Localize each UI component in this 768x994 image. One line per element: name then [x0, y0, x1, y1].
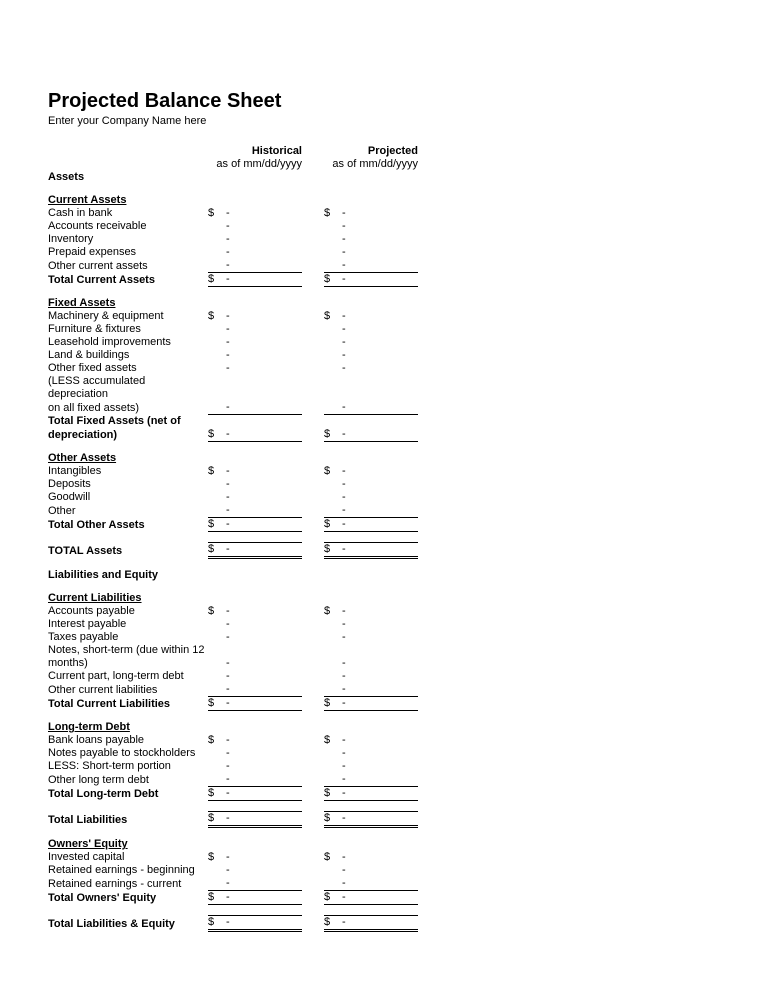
current-liabilities-heading: Current Liabilities: [48, 592, 208, 605]
row-prepaid: Prepaid expenses--: [48, 246, 418, 259]
row-total-liabilities: Total Liabilities$-$-: [48, 812, 418, 827]
fixed-assets-heading: Fixed Assets: [48, 297, 208, 310]
balance-sheet-table: Historical Projected as of mm/dd/yyyy as…: [48, 145, 418, 932]
row-intangibles: Intangibles$-$-: [48, 465, 418, 478]
owners-equity-heading: Owners' Equity: [48, 838, 208, 851]
row-total-liab-equity: Total Liabilities & Equity$-$-: [48, 916, 418, 931]
row-ocl: Other current liabilities--: [48, 683, 418, 697]
row-ar: Accounts receivable--: [48, 220, 418, 233]
row-goodwill: Goodwill--: [48, 491, 418, 504]
historical-date: as of mm/dd/yyyy: [208, 158, 302, 171]
row-cash: Cash in bank$-$-: [48, 207, 418, 220]
row-other-current: Other current assets--: [48, 259, 418, 273]
row-tcl: Total Current Liabilities$-$-: [48, 697, 418, 711]
historical-header: Historical: [208, 145, 302, 158]
row-land: Land & buildings--: [48, 349, 418, 362]
row-cpltd: Current part, long-term debt--: [48, 670, 418, 683]
row-rec: Retained earnings - current--: [48, 877, 418, 891]
row-invested-capital: Invested capital$-$-: [48, 851, 418, 864]
column-header-row: Historical Projected: [48, 145, 418, 158]
column-subheader-row: as of mm/dd/yyyy as of mm/dd/yyyy: [48, 158, 418, 171]
projected-date: as of mm/dd/yyyy: [324, 158, 418, 171]
row-toe: Total Owners' Equity$-$-: [48, 891, 418, 905]
row-leasehold: Leasehold improvements--: [48, 336, 418, 349]
row-tfa-line1: Total Fixed Assets (net of: [48, 415, 418, 429]
other-assets-heading: Other Assets: [48, 452, 208, 465]
row-ap: Accounts payable$-$-: [48, 605, 418, 618]
row-npst: Notes payable to stockholders--: [48, 747, 418, 760]
row-tp: Taxes payable--: [48, 631, 418, 644]
row-tfa-line2: depreciation)$-$-: [48, 428, 418, 442]
liabilities-equity-heading: Liabilities and Equity: [48, 569, 208, 582]
row-tltd: Total Long-term Debt$-$-: [48, 787, 418, 801]
page-title: Projected Balance Sheet: [48, 90, 720, 113]
row-ip: Interest payable--: [48, 618, 418, 631]
row-other: Other--: [48, 504, 418, 518]
row-total-current-assets: Total Current Assets$-$-: [48, 273, 418, 287]
long-term-debt-heading: Long-term Debt: [48, 721, 208, 734]
page: Projected Balance Sheet Enter your Compa…: [0, 0, 768, 972]
row-notes2: months)--: [48, 657, 418, 670]
row-notes1: Notes, short-term (due within 12: [48, 644, 418, 657]
row-depr-line2: on all fixed assets)--: [48, 401, 418, 415]
row-other-fixed: Other fixed assets--: [48, 362, 418, 375]
row-bank: Bank loans payable$-$-: [48, 734, 418, 747]
row-total-other-assets: Total Other Assets$-$-: [48, 518, 418, 532]
row-stp: LESS: Short-term portion--: [48, 760, 418, 773]
row-oltd: Other long term debt--: [48, 773, 418, 787]
row-reb: Retained earnings - beginning--: [48, 864, 418, 877]
row-inventory: Inventory--: [48, 233, 418, 246]
row-furniture: Furniture & fixtures--: [48, 323, 418, 336]
row-total-assets: TOTAL Assets$-$-: [48, 543, 418, 558]
assets-heading: Assets: [48, 171, 208, 184]
current-assets-heading: Current Assets: [48, 194, 208, 207]
row-deposits: Deposits--: [48, 478, 418, 491]
company-name-placeholder: Enter your Company Name here: [48, 115, 720, 127]
row-depr-line1: (LESS accumulated depreciation: [48, 375, 418, 401]
row-machinery: Machinery & equipment$-$-: [48, 310, 418, 323]
projected-header: Projected: [324, 145, 418, 158]
